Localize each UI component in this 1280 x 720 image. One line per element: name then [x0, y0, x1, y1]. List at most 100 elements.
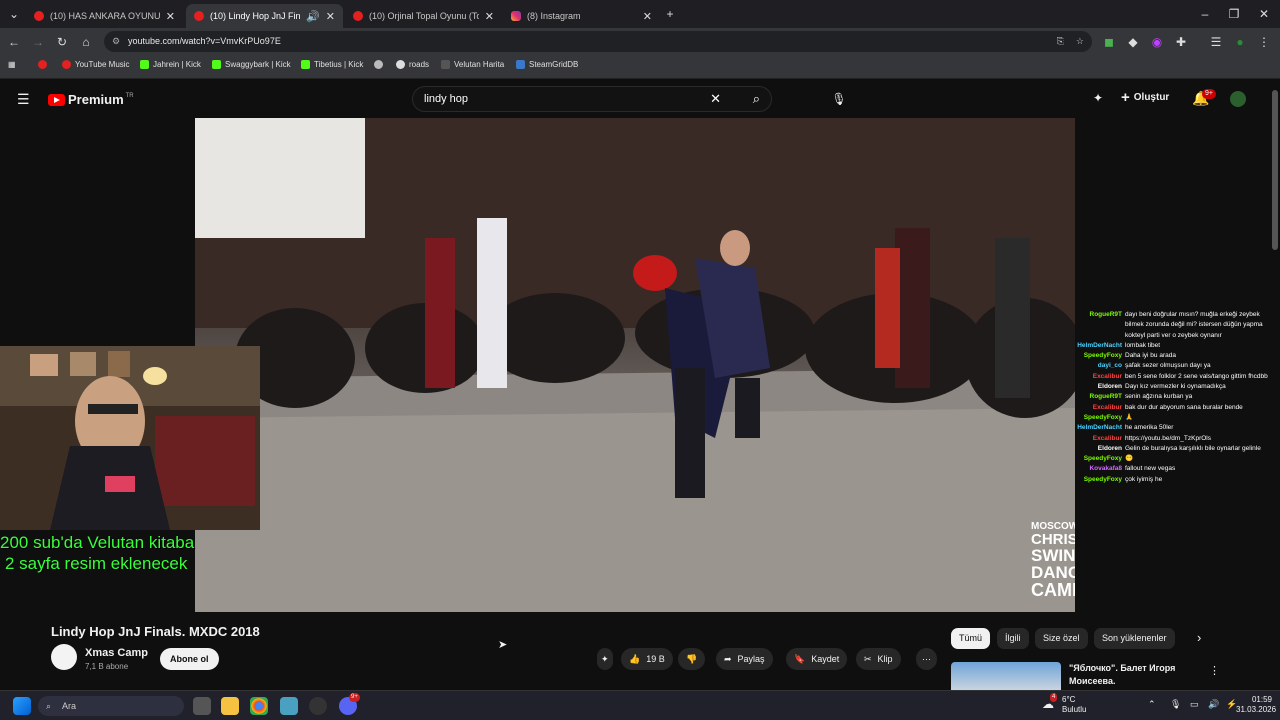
app-icon[interactable]: [280, 697, 298, 715]
tab-has-ankara[interactable]: (10) HAS ANKARA OYUNU & A ✕: [26, 4, 183, 28]
chat-username: HelmDerNacht: [1077, 424, 1122, 432]
chat-message: Eldoren Dayı kız vermezler ki oynamadıkça: [1045, 382, 1273, 392]
chip-all[interactable]: Tümü: [951, 628, 991, 649]
clear-search-icon[interactable]: ✕: [710, 87, 721, 111]
forward-icon[interactable]: →: [29, 33, 47, 51]
browser-tab-strip: ⌄ (10) HAS ANKARA OYUNU & A ✕ (10) Lindy…: [0, 0, 1280, 28]
clip-button[interactable]: ✂ Klip: [856, 648, 901, 670]
video-details: Lindy Hop JnJ Finals. MXDC 2018 Xmas Cam…: [0, 612, 1280, 690]
new-tab-icon[interactable]: +: [661, 5, 679, 23]
extension-icon[interactable]: ◆: [1124, 33, 1142, 51]
microphone-icon[interactable]: 🎙: [1170, 699, 1181, 710]
url-field[interactable]: ⚙ youtube.com/watch?v=VmvKrPUo97E ⎘ ☆: [104, 31, 1092, 52]
save-button[interactable]: 🔖 Kaydet: [786, 648, 848, 670]
related-more-icon[interactable]: ⋮: [1209, 664, 1220, 677]
like-button[interactable]: 👍 19 B: [621, 648, 673, 670]
page-scrollbar[interactable]: [1272, 90, 1278, 250]
bookmark-star-icon[interactable]: ☆: [1076, 31, 1084, 52]
windows-start-icon[interactable]: [13, 697, 31, 715]
tray-overflow-icon[interactable]: ⌃: [1148, 699, 1156, 710]
more-actions-button[interactable]: ⋯: [916, 648, 937, 670]
bookmark-steamgriddb[interactable]: SteamGridDB: [516, 60, 578, 69]
create-button[interactable]: + Oluştur: [1121, 89, 1169, 106]
close-icon[interactable]: ✕: [485, 10, 494, 23]
chip-related[interactable]: İlgili: [997, 628, 1029, 649]
mute-icon[interactable]: 🔊: [306, 10, 320, 23]
chat-message: HelmDerNacht lombak tibet: [1045, 341, 1273, 351]
file-explorer-icon[interactable]: [221, 697, 239, 715]
clock[interactable]: 01:59 31.03.2026: [1236, 695, 1276, 715]
tab-search-icon[interactable]: ⌄: [5, 5, 23, 23]
chat-message: dayi_co şafak sezer olmuşsun dayı ya: [1045, 361, 1273, 371]
search-icon[interactable]: ⌕: [753, 87, 760, 111]
tab-title: (8) Instagram: [527, 11, 581, 21]
subscribe-button[interactable]: Abone ol: [160, 648, 219, 670]
mouse-cursor-icon: ➤: [498, 639, 508, 651]
minimize-icon[interactable]: –: [1196, 5, 1214, 23]
task-view-icon[interactable]: [193, 697, 211, 715]
bookmark-swaggybark[interactable]: Swaggybark | Kick: [212, 60, 291, 69]
tab-instagram[interactable]: (8) Instagram ✕: [503, 4, 660, 28]
chat-message: Excalibur ben 5 sene folklor 2 sene vals/…: [1045, 372, 1273, 382]
video-player[interactable]: MOSCOW CHRISTMAS SWING DANCE CAMP: [195, 118, 1075, 612]
bookmark-youtube[interactable]: [38, 60, 51, 69]
taskbar-search[interactable]: ⌕ Ara: [38, 696, 184, 716]
related-video-title[interactable]: "Яблочко". Балет Игоря Моисеева.: [1069, 662, 1175, 688]
dislike-button[interactable]: 👎: [678, 648, 706, 670]
chat-username: Excalibur: [1092, 403, 1122, 411]
related-video-thumbnail[interactable]: [951, 662, 1061, 690]
youtube-premium-logo[interactable]: Premium TR: [48, 92, 134, 107]
account-avatar[interactable]: [1230, 91, 1246, 107]
close-icon[interactable]: ✕: [166, 10, 175, 23]
profile-avatar-icon[interactable]: ●: [1231, 33, 1249, 51]
hamburger-menu-icon[interactable]: ☰: [17, 92, 30, 106]
bookmark-velutan-harita[interactable]: Velutan Harita: [441, 60, 504, 69]
close-icon[interactable]: ✕: [643, 10, 652, 23]
notification-badge: 9+: [1202, 89, 1216, 99]
extension-icon[interactable]: ◉: [1148, 33, 1166, 51]
video-title: Lindy Hop JnJ Finals. MXDC 2018: [51, 624, 260, 639]
channel-avatar[interactable]: [51, 644, 77, 670]
clock-time: 01:59: [1251, 695, 1272, 704]
close-icon[interactable]: ✕: [326, 10, 335, 23]
network-icon[interactable]: ▭: [1190, 699, 1199, 710]
obs-icon[interactable]: [309, 697, 327, 715]
tab-lindy-hop[interactable]: (10) Lindy Hop JnJ Finals. M 🔊 ✕: [186, 4, 343, 28]
weather-temperature: 6°C: [1062, 695, 1076, 704]
chip-for-you[interactable]: Size özel: [1035, 628, 1088, 649]
chip-recent[interactable]: Son yüklenenler: [1094, 628, 1175, 649]
bookmark-tibetius[interactable]: Tibetius | Kick: [301, 60, 363, 69]
home-icon[interactable]: ⌂: [77, 33, 95, 51]
browser-menu-icon[interactable]: ⋮: [1255, 33, 1273, 51]
apps-grid-icon[interactable]: ▦: [8, 60, 16, 69]
bookmark-label: Tibetius | Kick: [314, 60, 364, 69]
bookmark-youtube-music[interactable]: YouTube Music: [62, 60, 130, 69]
tab-topal-oyunu[interactable]: (10) Orjinal Topal Oyunu (Topal ✕: [345, 4, 502, 28]
cast-icon[interactable]: ⎘: [1057, 31, 1064, 52]
channel-name[interactable]: Xmas Camp: [85, 647, 148, 659]
scissors-icon: ✂: [864, 654, 872, 664]
bookmark-roads[interactable]: roads: [396, 60, 429, 69]
site-info-icon[interactable]: ⚙: [112, 31, 120, 52]
effects-icon[interactable]: ✦: [1093, 91, 1103, 105]
volume-icon[interactable]: 🔊: [1208, 699, 1219, 710]
weather-widget[interactable]: 6°C Bulutlu: [1062, 695, 1086, 715]
thumbs-up-icon: 👍: [629, 654, 641, 664]
back-icon[interactable]: ←: [5, 33, 23, 51]
effects-button[interactable]: ✦: [597, 648, 613, 670]
bookmark-jahrein[interactable]: Jahrein | Kick: [140, 60, 201, 69]
bookmark-globe[interactable]: [374, 60, 387, 69]
search-input[interactable]: lindy hop ✕ ⌕: [412, 86, 772, 112]
extensions-puzzle-icon[interactable]: ✚: [1172, 33, 1190, 51]
share-button[interactable]: ➦ Paylaş: [716, 648, 773, 670]
chat-username: SpeedyFoxy: [1083, 352, 1122, 360]
voice-search-icon[interactable]: 🎙: [827, 87, 851, 111]
reading-list-icon[interactable]: ☰: [1207, 33, 1225, 51]
windows-taskbar: ⌕ Ara 9+ ☁ 4 6°C Bulutlu ⌃ 🎙 ▭ 🔊 ⚡ 01:59…: [0, 690, 1280, 720]
restore-icon[interactable]: ❐: [1225, 5, 1243, 23]
chips-next-icon[interactable]: ›: [1197, 630, 1201, 645]
extension-icon[interactable]: ◼: [1100, 33, 1118, 51]
reload-icon[interactable]: ↻: [53, 33, 71, 51]
window-close-icon[interactable]: ✕: [1255, 5, 1273, 23]
chrome-icon[interactable]: [250, 697, 268, 715]
